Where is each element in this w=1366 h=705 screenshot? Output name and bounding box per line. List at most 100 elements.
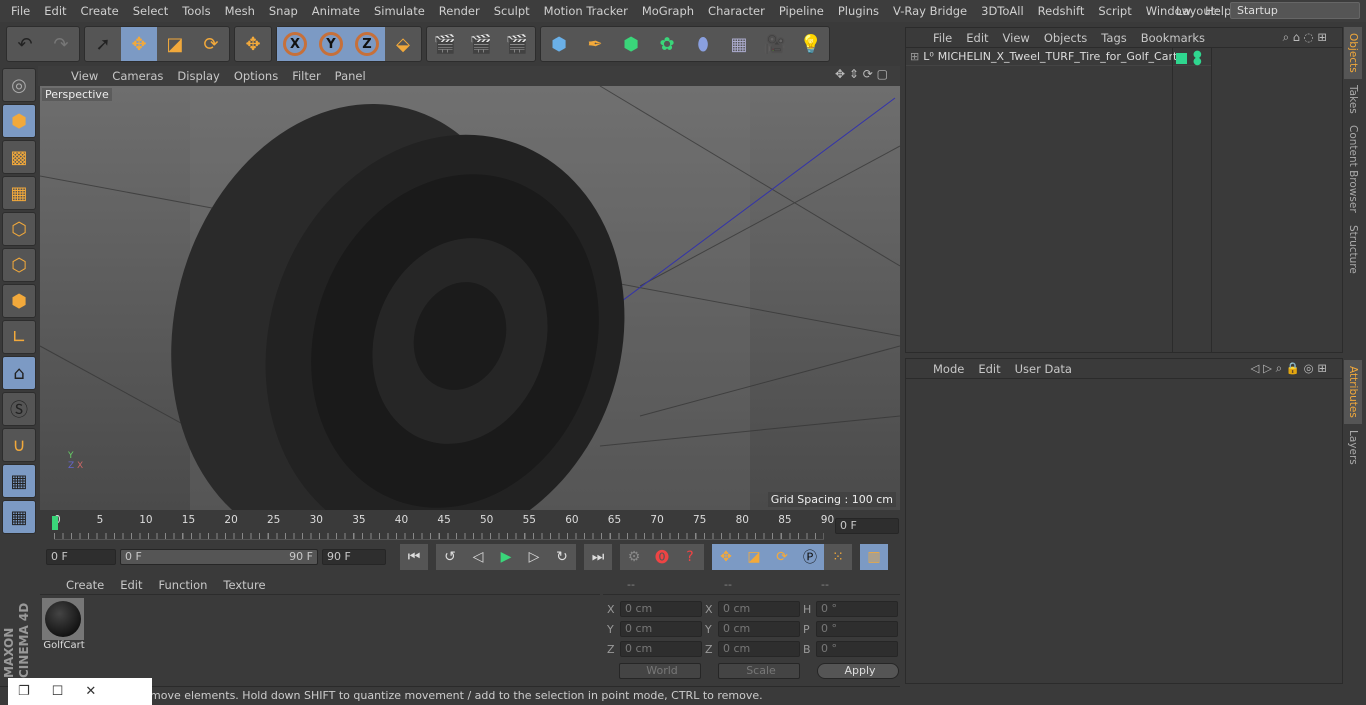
cloner-icon[interactable]: ✿ (649, 27, 685, 61)
previous-frame-icon[interactable]: ◁ (464, 544, 492, 570)
move-icon[interactable]: ✥ (121, 27, 157, 61)
key-position-icon[interactable]: ✥ (712, 544, 740, 570)
render-view-icon[interactable]: 🎬 (427, 27, 463, 61)
menu-character[interactable]: Character (701, 4, 772, 18)
menu-snap[interactable]: Snap (262, 4, 305, 18)
coord-field[interactable]: 0 cm (718, 621, 800, 637)
close-icon[interactable]: ✕ (85, 684, 96, 699)
viewport-menu-panel[interactable]: Panel (328, 69, 373, 83)
objects-menu-tags[interactable]: Tags (1094, 31, 1133, 45)
cube-icon[interactable]: ⬢ (541, 27, 577, 61)
menu-pipeline[interactable]: Pipeline (772, 4, 831, 18)
objects-menu-file[interactable]: File (926, 31, 959, 45)
minimized-window[interactable]: ❐ ☐ ✕ (8, 678, 152, 705)
axis-icon[interactable]: ∟ (2, 320, 36, 354)
viewport-menu-cameras[interactable]: Cameras (105, 69, 170, 83)
layout-dropdown[interactable]: Startup (1230, 2, 1360, 19)
maximize-icon[interactable]: ☐ (52, 684, 64, 699)
render-picture-viewer-icon[interactable]: 🎬 (463, 27, 499, 61)
tab-attributes[interactable]: Attributes (1344, 359, 1362, 424)
restore-icon[interactable]: ❐ (18, 684, 30, 699)
current-frame-field[interactable]: 0 F (835, 518, 899, 534)
record-icon[interactable]: ⓿ (648, 544, 676, 570)
viewport-menu-display[interactable]: Display (170, 69, 226, 83)
menu-edit[interactable]: Edit (37, 4, 73, 18)
z-axis-icon[interactable]: Z (349, 27, 385, 61)
coord-field[interactable]: 0 ° (816, 601, 898, 617)
layer-tag-icon[interactable] (1176, 53, 1187, 64)
viewport-menu-options[interactable]: Options (227, 69, 285, 83)
key-scale-icon[interactable]: ◪ (740, 544, 768, 570)
menu-3dtoall[interactable]: 3DToAll (974, 4, 1031, 18)
tab-structure[interactable]: Structure (1344, 219, 1362, 280)
texture-mode-icon[interactable]: ▩ (2, 140, 36, 174)
visibility-dots-icon[interactable]: ● ● (1193, 50, 1202, 67)
coord-field[interactable]: 0 cm (718, 601, 800, 617)
end-frame-field[interactable]: 90 F (322, 549, 386, 565)
go-to-end-icon[interactable]: ⏭ (584, 544, 612, 570)
playhead[interactable] (52, 516, 58, 530)
make-editable-icon[interactable]: ◎ (2, 68, 36, 102)
snap-icon[interactable]: Ⓢ (2, 392, 36, 426)
menu-select[interactable]: Select (126, 4, 175, 18)
undo-icon[interactable]: ↶ (7, 27, 43, 61)
tab-takes[interactable]: Takes (1344, 79, 1362, 120)
attributes-tools-icon[interactable]: ◁ ▷ ⌕ 🔒 ◎ ⊞ (1244, 361, 1334, 376)
deformer-icon[interactable]: ⬮ (685, 27, 721, 61)
timeline-ruler[interactable]: 051015202530354045505560657075808590 0 F (40, 512, 900, 542)
coord-field[interactable]: 0 ° (816, 641, 898, 657)
coord-field[interactable]: 0 cm (620, 601, 702, 617)
viewport-menu-filter[interactable]: Filter (285, 69, 327, 83)
key-parameter-icon[interactable]: Ⓟ (796, 544, 824, 570)
objects-menu-view[interactable]: View (996, 31, 1037, 45)
object-row[interactable]: ⊞ L⁰ MICHELIN_X_Tweel_TURF_Tire_for_Golf… (906, 48, 1212, 66)
rotate-icon[interactable]: ⟳ (193, 27, 229, 61)
objects-menu-objects[interactable]: Objects (1037, 31, 1094, 45)
scale-icon[interactable]: ◪ (157, 27, 193, 61)
next-frame-icon[interactable]: ▷ (520, 544, 548, 570)
key-pla-icon[interactable]: ⁙ (824, 544, 852, 570)
menu-sculpt[interactable]: Sculpt (487, 4, 537, 18)
coord-field[interactable]: 0 cm (620, 641, 702, 657)
menu-simulate[interactable]: Simulate (367, 4, 432, 18)
menu-plugins[interactable]: Plugins (831, 4, 886, 18)
menu-render[interactable]: Render (432, 4, 487, 18)
attributes-menu-user-data[interactable]: User Data (1008, 362, 1079, 376)
model-mode-icon[interactable]: ⬢ (2, 104, 36, 138)
tab-layers[interactable]: Layers (1344, 424, 1362, 471)
size-mode-dropdown[interactable]: Scale (718, 663, 800, 679)
redo-icon[interactable]: ↷ (43, 27, 79, 61)
y-axis-icon[interactable]: Y (313, 27, 349, 61)
object-manager-tools-icon[interactable]: ⌕ ⌂ ◌ ⊞ (1276, 30, 1334, 45)
menu-v-ray-bridge[interactable]: V-Ray Bridge (886, 4, 974, 18)
x-axis-icon[interactable]: X (277, 27, 313, 61)
workplane-icon[interactable]: ▦ (2, 176, 36, 210)
material-menu-edit[interactable]: Edit (112, 578, 150, 592)
material-golfcart[interactable]: GolfCart (42, 598, 86, 654)
objects-menu-bookmarks[interactable]: Bookmarks (1134, 31, 1212, 45)
tab-objects[interactable]: Objects (1344, 27, 1362, 79)
keyframe-selection-icon[interactable]: ⚙ (620, 544, 648, 570)
material-menu-create[interactable]: Create (58, 578, 112, 592)
floor-icon[interactable]: ▦ (721, 27, 757, 61)
render-settings-icon[interactable]: 🎬 (499, 27, 535, 61)
start-frame-field[interactable]: 0 F (46, 549, 116, 565)
previous-key-icon[interactable]: ↺ (436, 544, 464, 570)
camera-icon[interactable]: 🎥 (757, 27, 793, 61)
pen-icon[interactable]: ✒ (577, 27, 613, 61)
attributes-menu-mode[interactable]: Mode (926, 362, 971, 376)
workplane-rotate-icon[interactable]: ▦ (2, 500, 36, 534)
material-menu-function[interactable]: Function (151, 578, 216, 592)
tweak-icon[interactable]: ⌂ (2, 356, 36, 390)
menu-mesh[interactable]: Mesh (218, 4, 262, 18)
objects-menu-edit[interactable]: Edit (959, 31, 995, 45)
edges-mode-icon[interactable]: ⬡ (2, 248, 36, 282)
menu-tools[interactable]: Tools (175, 4, 217, 18)
play-icon[interactable]: ▶ (492, 544, 520, 570)
menu-mograph[interactable]: MoGraph (635, 4, 701, 18)
menu-file[interactable]: File (4, 4, 37, 18)
menu-motion-tracker[interactable]: Motion Tracker (537, 4, 635, 18)
points-mode-icon[interactable]: ⬡ (2, 212, 36, 246)
apply-button[interactable]: Apply (817, 663, 899, 679)
tab-content-browser[interactable]: Content Browser (1344, 119, 1362, 219)
